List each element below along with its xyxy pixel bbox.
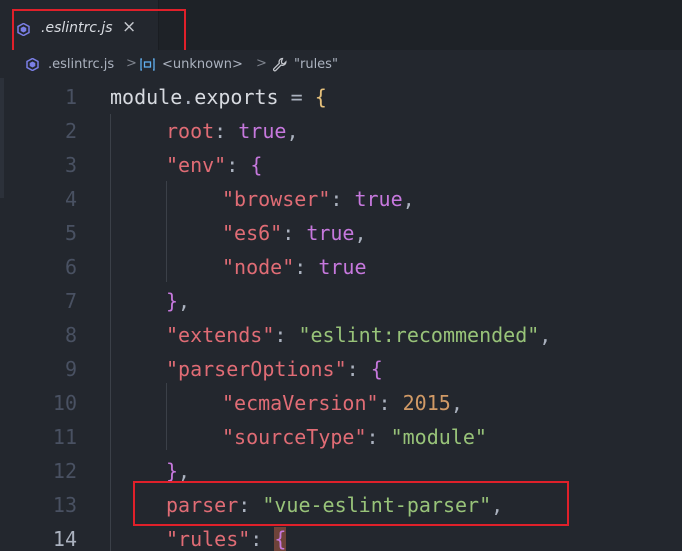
line-number: 10 — [52, 391, 77, 415]
line-number: 2 — [64, 119, 77, 143]
code-line: 4 "browser": true, — [0, 182, 682, 216]
line-number: 6 — [64, 255, 77, 279]
line-number: 11 — [52, 425, 77, 449]
code-text: "ecmaVersion": 2015, — [222, 391, 463, 415]
line-number: 8 — [64, 323, 77, 347]
code-text: module.exports = { — [110, 85, 327, 109]
line-number: 9 — [64, 357, 77, 381]
line-number: 7 — [64, 289, 77, 313]
breadcrumb-separator: > — [126, 56, 137, 71]
code-line: 2 root: true, — [0, 114, 682, 148]
code-text: "node": true — [222, 255, 367, 279]
code-text: "extends": "eslint:recommended", — [166, 323, 552, 347]
code-line: 1 module.exports = { — [0, 80, 682, 114]
code-line: 9 "parserOptions": { — [0, 352, 682, 386]
line-number: 12 — [52, 459, 77, 483]
code-line-active: 14 "rules": { — [0, 522, 682, 551]
line-number: 4 — [64, 187, 77, 211]
breadcrumb-property[interactable]: "rules" — [294, 57, 338, 72]
eslint-icon — [26, 58, 39, 71]
code-line: 11 "sourceType": "module" — [0, 420, 682, 454]
wrench-icon — [272, 57, 287, 72]
code-line: 3 "env": { — [0, 148, 682, 182]
code-line: 6 "node": true — [0, 250, 682, 284]
code-text: }, — [166, 289, 191, 313]
code-text: "browser": true, — [222, 187, 415, 211]
line-number: 13 — [52, 493, 77, 517]
parser-annotation-box — [133, 481, 569, 526]
module-icon — [140, 58, 155, 71]
breadcrumb-file[interactable]: .eslintrc.js — [48, 57, 114, 72]
code-text: "parserOptions": { — [166, 357, 383, 381]
breadcrumb-separator: > — [256, 56, 267, 71]
line-number: 1 — [64, 85, 77, 109]
code-line: 10 "ecmaVersion": 2015, — [0, 386, 682, 420]
breadcrumb-module[interactable]: <unknown> — [162, 57, 243, 72]
code-text: "sourceType": "module" — [222, 425, 487, 449]
code-text: "rules": { — [166, 527, 287, 551]
code-text: "es6": true, — [222, 221, 367, 245]
code-text: root: true, — [166, 119, 299, 143]
code-line: 7 }, — [0, 284, 682, 318]
editor-window: .eslintrc.js × .eslintrc.js > <unknown> … — [0, 0, 682, 551]
code-line: 5 "es6": true, — [0, 216, 682, 250]
line-number: 5 — [64, 221, 77, 245]
matched-bracket: { — [274, 527, 287, 551]
code-line: 8 "extends": "eslint:recommended", — [0, 318, 682, 352]
line-number: 14 — [52, 527, 77, 551]
breadcrumb: .eslintrc.js > <unknown> > "rules" — [0, 50, 682, 78]
line-number: 3 — [64, 153, 77, 177]
code-text: "env": { — [166, 153, 263, 177]
